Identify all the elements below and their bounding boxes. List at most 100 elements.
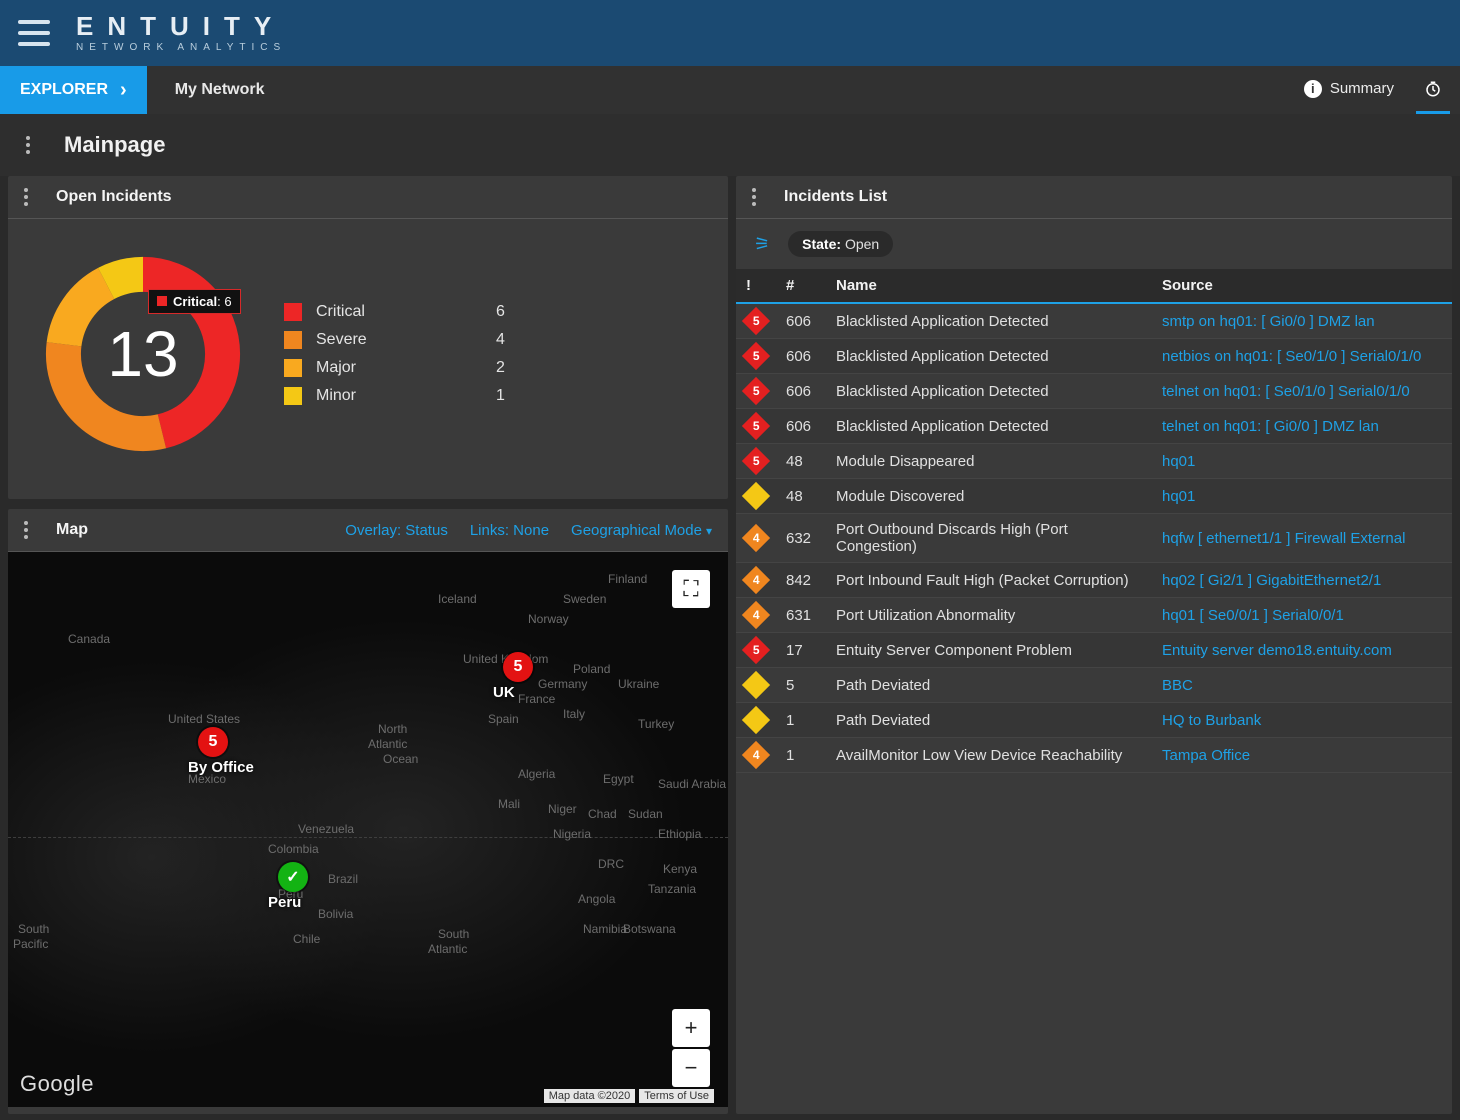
incident-number: 606 bbox=[776, 339, 826, 374]
incident-source-link[interactable]: hqfw [ ethernet1/1 ] Firewall External bbox=[1162, 530, 1405, 547]
incident-source-link[interactable]: HQ to Burbank bbox=[1162, 712, 1261, 729]
table-row[interactable]: 4631Port Utilization Abnormalityhq01 [ S… bbox=[736, 598, 1452, 633]
incident-number: 48 bbox=[776, 479, 826, 514]
map-marker[interactable]: 5 bbox=[198, 727, 228, 757]
severity-icon: 5 bbox=[742, 412, 770, 440]
map-label: Italy bbox=[563, 707, 585, 721]
breadcrumb[interactable]: My Network bbox=[147, 81, 293, 99]
chevron-right-icon: › bbox=[120, 79, 127, 102]
table-row[interactable]: 41AvailMonitor Low View Device Reachabil… bbox=[736, 738, 1452, 773]
explorer-button[interactable]: EXPLORER › bbox=[0, 66, 147, 114]
incident-number: 631 bbox=[776, 598, 826, 633]
legend-row[interactable]: Minor1 bbox=[284, 387, 698, 405]
filter-icon[interactable]: ⚞ bbox=[754, 234, 770, 255]
panel-map: Map Overlay: Status Links: None Geograph… bbox=[8, 509, 728, 1114]
tab-clock[interactable] bbox=[1416, 66, 1450, 114]
panel-incidents-list-title: Incidents List bbox=[784, 188, 887, 206]
incident-source-link[interactable]: hq01 [ Se0/0/1 ] Serial0/0/1 bbox=[1162, 607, 1344, 624]
incident-name: Path Deviated bbox=[826, 703, 1152, 738]
incident-number: 48 bbox=[776, 444, 826, 479]
table-row[interactable]: 5606Blacklisted Application Detectedsmtp… bbox=[736, 303, 1452, 339]
severity-icon bbox=[742, 482, 770, 510]
severity-icon bbox=[742, 671, 770, 699]
page-title: Mainpage bbox=[64, 132, 165, 158]
map-overlay-select[interactable]: Overlay: Status bbox=[345, 522, 448, 539]
table-row[interactable]: 5606Blacklisted Application Detectedteln… bbox=[736, 374, 1452, 409]
map-label: Norway bbox=[528, 612, 569, 626]
incidents-total: 13 bbox=[38, 249, 248, 459]
map-label: Chile bbox=[293, 932, 320, 946]
panel-open-incidents-menu-icon[interactable] bbox=[24, 188, 40, 206]
incident-source-link[interactable]: Entuity server demo18.entuity.com bbox=[1162, 642, 1392, 659]
incident-number: 632 bbox=[776, 514, 826, 563]
map-label: Poland bbox=[573, 662, 610, 676]
incident-source-link[interactable]: hq02 [ Gi2/1 ] GigabitEthernet2/1 bbox=[1162, 572, 1381, 589]
map-canvas[interactable]: ⛶ + − Google Map data ©2020 Terms of Use… bbox=[8, 552, 728, 1107]
severity-icon: 5 bbox=[742, 636, 770, 664]
col-header-severity[interactable]: ! bbox=[736, 269, 776, 303]
filter-chip-state[interactable]: State: Open bbox=[788, 231, 893, 257]
zoom-in-button[interactable]: + bbox=[672, 1009, 710, 1047]
incident-source-link[interactable]: BBC bbox=[1162, 677, 1193, 694]
panel-map-title: Map bbox=[56, 521, 88, 539]
map-label: Angola bbox=[578, 892, 615, 906]
table-row[interactable]: 4842Port Inbound Fault High (Packet Corr… bbox=[736, 563, 1452, 598]
incident-name: Module Discovered bbox=[826, 479, 1152, 514]
equator-line bbox=[8, 837, 728, 838]
map-label: Chad bbox=[588, 807, 617, 821]
legend-label: Critical bbox=[316, 303, 496, 321]
table-row[interactable]: 1Path DeviatedHQ to Burbank bbox=[736, 703, 1452, 738]
fullscreen-button[interactable]: ⛶ bbox=[672, 570, 710, 608]
incident-source-link[interactable]: smtp on hq01: [ Gi0/0 ] DMZ lan bbox=[1162, 313, 1375, 330]
panel-map-menu-icon[interactable] bbox=[24, 521, 40, 539]
col-header-name[interactable]: Name bbox=[826, 269, 1152, 303]
tooltip-swatch bbox=[157, 296, 167, 306]
map-marker[interactable]: ✓ bbox=[278, 862, 308, 892]
incident-number: 1 bbox=[776, 738, 826, 773]
incident-source-link[interactable]: Tampa Office bbox=[1162, 747, 1250, 764]
table-row[interactable]: 48Module Discovered hq01 bbox=[736, 479, 1452, 514]
map-links-select[interactable]: Links: None bbox=[470, 522, 549, 539]
map-label: Algeria bbox=[518, 767, 555, 781]
table-row[interactable]: 548Module Disappearedhq01 bbox=[736, 444, 1452, 479]
map-label: Ukraine bbox=[618, 677, 659, 691]
info-icon: i bbox=[1304, 80, 1322, 98]
legend-row[interactable]: Critical6 bbox=[284, 303, 698, 321]
legend-row[interactable]: Major2 bbox=[284, 359, 698, 377]
map-label: South bbox=[18, 922, 49, 936]
table-row[interactable]: 517Entuity Server Component ProblemEntui… bbox=[736, 633, 1452, 668]
legend-label: Major bbox=[316, 359, 496, 377]
panel-open-incidents: Open Incidents 13 Critical: 6 Critical6S… bbox=[8, 176, 728, 499]
table-row[interactable]: 5606Blacklisted Application Detectednetb… bbox=[736, 339, 1452, 374]
terms-link[interactable]: Terms of Use bbox=[639, 1089, 714, 1103]
map-label: Ocean bbox=[383, 752, 418, 766]
map-label: France bbox=[518, 692, 555, 706]
severity-icon: 5 bbox=[742, 377, 770, 405]
incident-source-link[interactable]: netbios on hq01: [ Se0/1/0 ] Serial0/1/0 bbox=[1162, 348, 1421, 365]
table-row[interactable]: 5Path DeviatedBBC bbox=[736, 668, 1452, 703]
clock-icon bbox=[1424, 80, 1442, 98]
tab-summary[interactable]: i Summary bbox=[1296, 66, 1402, 114]
incident-source-link[interactable]: telnet on hq01: [ Se0/1/0 ] Serial0/1/0 bbox=[1162, 383, 1410, 400]
page-menu-icon[interactable] bbox=[26, 136, 42, 154]
map-marker[interactable]: 5 bbox=[503, 652, 533, 682]
hamburger-menu-icon[interactable] bbox=[18, 20, 50, 46]
legend-swatch bbox=[284, 303, 302, 321]
col-header-number[interactable]: # bbox=[776, 269, 826, 303]
incident-source-link[interactable]: telnet on hq01: [ Gi0/0 ] DMZ lan bbox=[1162, 418, 1379, 435]
map-mode-select[interactable]: Geographical Mode▾ bbox=[571, 522, 712, 539]
incident-source-link[interactable]: hq01 bbox=[1162, 453, 1195, 470]
col-header-source[interactable]: Source bbox=[1152, 269, 1452, 303]
incident-number: 606 bbox=[776, 409, 826, 444]
table-row[interactable]: 4632Port Outbound Discards High (Port Co… bbox=[736, 514, 1452, 563]
incidents-donut-chart[interactable]: 13 Critical: 6 bbox=[38, 249, 248, 459]
incidents-table: ! # Name Source 5606Blacklisted Applicat… bbox=[736, 269, 1452, 773]
zoom-out-button[interactable]: − bbox=[672, 1049, 710, 1087]
panel-incidents-list-menu-icon[interactable] bbox=[752, 188, 768, 206]
incident-source-link[interactable]: hq01 bbox=[1162, 488, 1195, 505]
table-row[interactable]: 5606Blacklisted Application Detectedteln… bbox=[736, 409, 1452, 444]
brand-block: ENTUITY NETWORK ANALYTICS bbox=[76, 13, 286, 53]
legend-label: Severe bbox=[316, 331, 496, 349]
incident-name: AvailMonitor Low View Device Reachabilit… bbox=[826, 738, 1152, 773]
legend-row[interactable]: Severe4 bbox=[284, 331, 698, 349]
